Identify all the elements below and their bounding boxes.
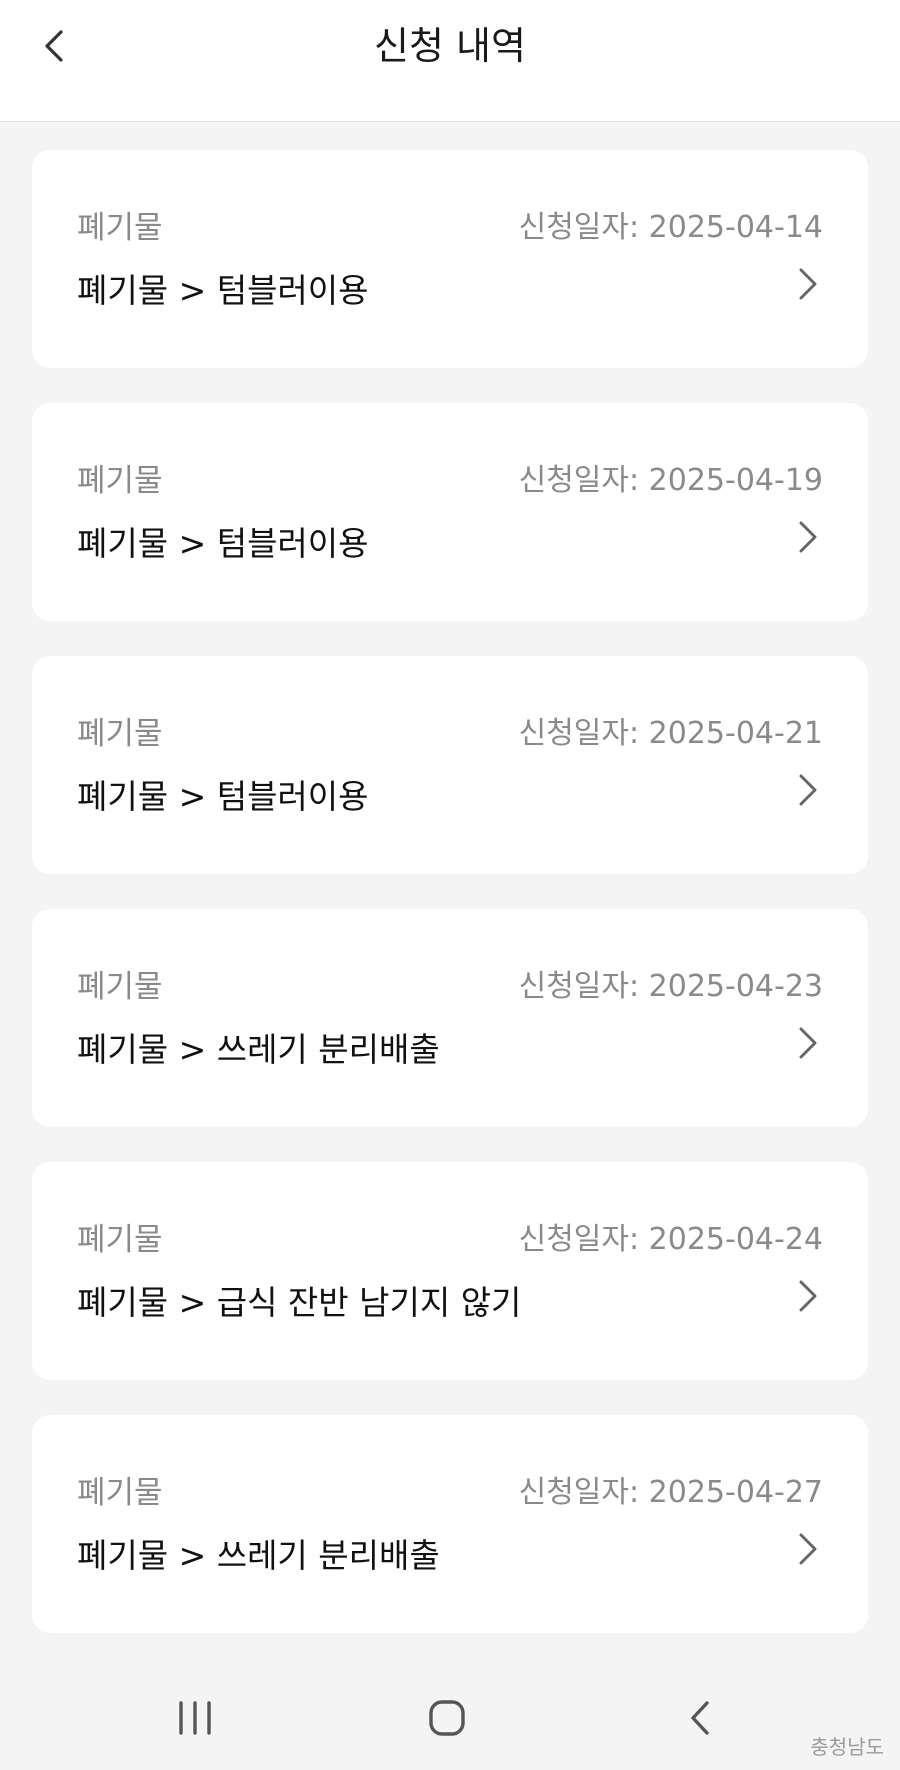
card-date: 신청일자: 2025-04-23 <box>518 969 823 1004</box>
card-category: 폐기물 <box>77 463 163 499</box>
card-title: 폐기물 > 급식 잔반 남기지 않기 <box>77 1283 522 1322</box>
card-category: 폐기물 <box>77 1475 163 1511</box>
card-category: 폐기물 <box>77 210 163 246</box>
card-category: 폐기물 <box>77 716 163 752</box>
chevron-right-icon <box>799 1027 817 1059</box>
card-date: 신청일자: 2025-04-21 <box>518 716 823 751</box>
card-title: 폐기물 > 쓰레기 분리배출 <box>77 1536 440 1575</box>
home-button[interactable] <box>417 1692 477 1744</box>
card-date: 신청일자: 2025-04-14 <box>518 210 823 245</box>
card-title: 폐기물 > 텀블러이용 <box>77 524 369 563</box>
application-card[interactable]: 폐기물 신청일자: 2025-04-24 폐기물 > 급식 잔반 남기지 않기 <box>32 1162 868 1380</box>
page-title: 신청 내역 <box>374 24 526 68</box>
app-screen: 신청 내역 폐기물 신청일자: 2025-04-14 폐기물 > 텀블러이용 폐… <box>0 0 900 1770</box>
application-card[interactable]: 폐기물 신청일자: 2025-04-21 폐기물 > 텀블러이용 <box>32 656 868 874</box>
watermark-logo: 충청남도 <box>810 1735 884 1759</box>
application-card[interactable]: 폐기물 신청일자: 2025-04-14 폐기물 > 텀블러이용 <box>32 150 868 368</box>
back-icon <box>691 1701 709 1735</box>
application-list: 폐기물 신청일자: 2025-04-14 폐기물 > 텀블러이용 폐기물 신청일… <box>32 150 868 1668</box>
chevron-right-icon <box>799 774 817 806</box>
card-category: 폐기물 <box>77 969 163 1005</box>
chevron-right-icon <box>799 268 817 300</box>
card-date: 신청일자: 2025-04-27 <box>518 1475 823 1510</box>
chevron-right-icon <box>799 521 817 553</box>
card-title: 폐기물 > 텀블러이용 <box>77 777 369 816</box>
application-card[interactable]: 폐기물 신청일자: 2025-04-19 폐기물 > 텀블러이용 <box>32 403 868 621</box>
card-title: 폐기물 > 쓰레기 분리배출 <box>77 1030 440 1069</box>
home-icon <box>429 1700 465 1736</box>
chevron-right-icon <box>799 1280 817 1312</box>
header-bar: 신청 내역 <box>0 0 900 122</box>
card-title: 폐기물 > 텀블러이용 <box>77 271 369 310</box>
card-date: 신청일자: 2025-04-24 <box>518 1222 823 1257</box>
system-navigation-bar: 충청남도 <box>0 1666 900 1770</box>
recent-apps-icon <box>179 1701 211 1735</box>
application-card[interactable]: 폐기물 신청일자: 2025-04-27 폐기물 > 쓰레기 분리배출 <box>32 1415 868 1633</box>
chevron-right-icon <box>799 1533 817 1565</box>
back-nav-button[interactable] <box>670 1692 730 1744</box>
card-date: 신청일자: 2025-04-19 <box>518 463 823 498</box>
application-card[interactable]: 폐기물 신청일자: 2025-04-23 폐기물 > 쓰레기 분리배출 <box>32 909 868 1127</box>
card-category: 폐기물 <box>77 1222 163 1258</box>
recent-apps-button[interactable] <box>165 1692 225 1744</box>
